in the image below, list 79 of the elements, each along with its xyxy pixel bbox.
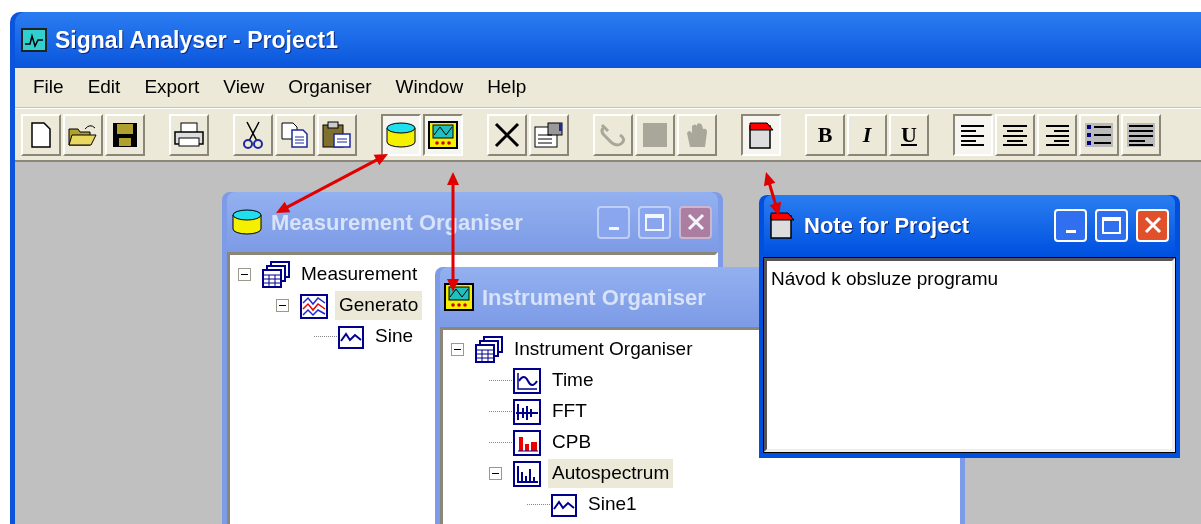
menu-item[interactable]: Help [475, 73, 539, 102]
scissors-icon [242, 120, 264, 149]
spectrum-bars-icon [512, 459, 542, 488]
notepad-icon [747, 119, 775, 150]
align-right-icon [1044, 123, 1070, 146]
folder-icon [68, 122, 98, 147]
menu-item[interactable]: View [211, 73, 277, 102]
collapse-toggle[interactable] [276, 299, 289, 312]
notepad-icon [768, 210, 796, 240]
tree-item[interactable]: CPB [548, 428, 596, 457]
properties-button[interactable] [529, 113, 569, 156]
waveform-stack-icon [299, 291, 329, 320]
signal-wave-icon [550, 491, 578, 518]
menu-item[interactable]: Window [383, 73, 476, 102]
open-button[interactable] [63, 113, 103, 156]
collapse-toggle[interactable] [238, 268, 251, 281]
blank-page-icon [30, 121, 52, 148]
tree-item[interactable]: Sine [371, 322, 418, 351]
note-button[interactable] [741, 113, 781, 156]
tree-item[interactable]: FFT [548, 397, 591, 426]
paste-button[interactable] [317, 113, 357, 156]
clipboard-icon [322, 120, 352, 149]
waveform-icon [21, 28, 47, 52]
oscilloscope-icon [444, 283, 474, 311]
copy-button[interactable] [275, 113, 315, 156]
printer-icon [173, 121, 205, 148]
note-text: Návod k obsluze programu [771, 268, 999, 289]
window-title: Signal Analyser - Project1 [55, 25, 338, 55]
bar-graph-icon [512, 428, 542, 457]
justify-icon [1127, 122, 1155, 147]
tree-item[interactable]: Sine1 [584, 490, 641, 519]
align-left-button[interactable] [953, 113, 993, 156]
menu-item[interactable]: Export [132, 73, 212, 102]
oscilloscope-icon [428, 120, 458, 149]
tree-item[interactable]: Instrument Organiser [510, 335, 697, 364]
save-button[interactable] [105, 113, 145, 156]
square-icon [641, 120, 669, 149]
align-left-icon [960, 123, 986, 146]
cut-button[interactable] [233, 113, 273, 156]
note-editor[interactable]: Návod k obsluze programu [764, 258, 1175, 452]
tree-item[interactable]: Measurement [297, 260, 422, 289]
close-icon [686, 213, 705, 231]
spectrum-lines-icon [512, 397, 542, 426]
double-arrow [763, 172, 782, 216]
properties-icon [534, 120, 564, 149]
menu-item[interactable]: Edit [75, 73, 133, 102]
menu-item[interactable]: Organiser [276, 73, 384, 102]
stacked-tables-icon [261, 260, 291, 289]
database-icon [231, 208, 263, 236]
collapse-toggle[interactable] [489, 467, 502, 480]
measurement-button[interactable] [381, 113, 421, 156]
bullet-list-icon [1085, 122, 1113, 147]
print-button[interactable] [169, 113, 209, 156]
delete-icon [493, 120, 521, 149]
close-icon [1143, 216, 1162, 234]
close-button[interactable] [679, 205, 712, 239]
signal-wave-icon [337, 323, 365, 350]
tree-item[interactable]: Time [548, 366, 598, 395]
copy-icon [281, 121, 309, 148]
new-button[interactable] [21, 113, 61, 156]
align-right-button[interactable] [1037, 113, 1077, 156]
bold-button[interactable]: B [805, 113, 845, 156]
database-icon [385, 120, 417, 149]
justify-button[interactable] [1121, 113, 1161, 156]
instrument-button[interactable] [423, 113, 463, 156]
align-center-icon [1002, 123, 1028, 146]
italic-button[interactable]: I [847, 113, 887, 156]
delete-button[interactable] [487, 113, 527, 156]
child-window-title: Note for Project [804, 211, 970, 240]
stacked-tables-icon [474, 335, 504, 364]
menu-item[interactable]: File [21, 73, 76, 102]
tree-item[interactable]: Generato [335, 291, 423, 320]
child-window-title: Instrument Organiser [482, 283, 706, 312]
tree-item[interactable]: Autospectrum [548, 459, 674, 488]
time-plot-icon [512, 366, 542, 395]
bullets-button[interactable] [1079, 113, 1119, 156]
collapse-toggle[interactable] [451, 343, 464, 356]
align-center-button[interactable] [995, 113, 1035, 156]
underline-button[interactable]: U [889, 113, 929, 156]
